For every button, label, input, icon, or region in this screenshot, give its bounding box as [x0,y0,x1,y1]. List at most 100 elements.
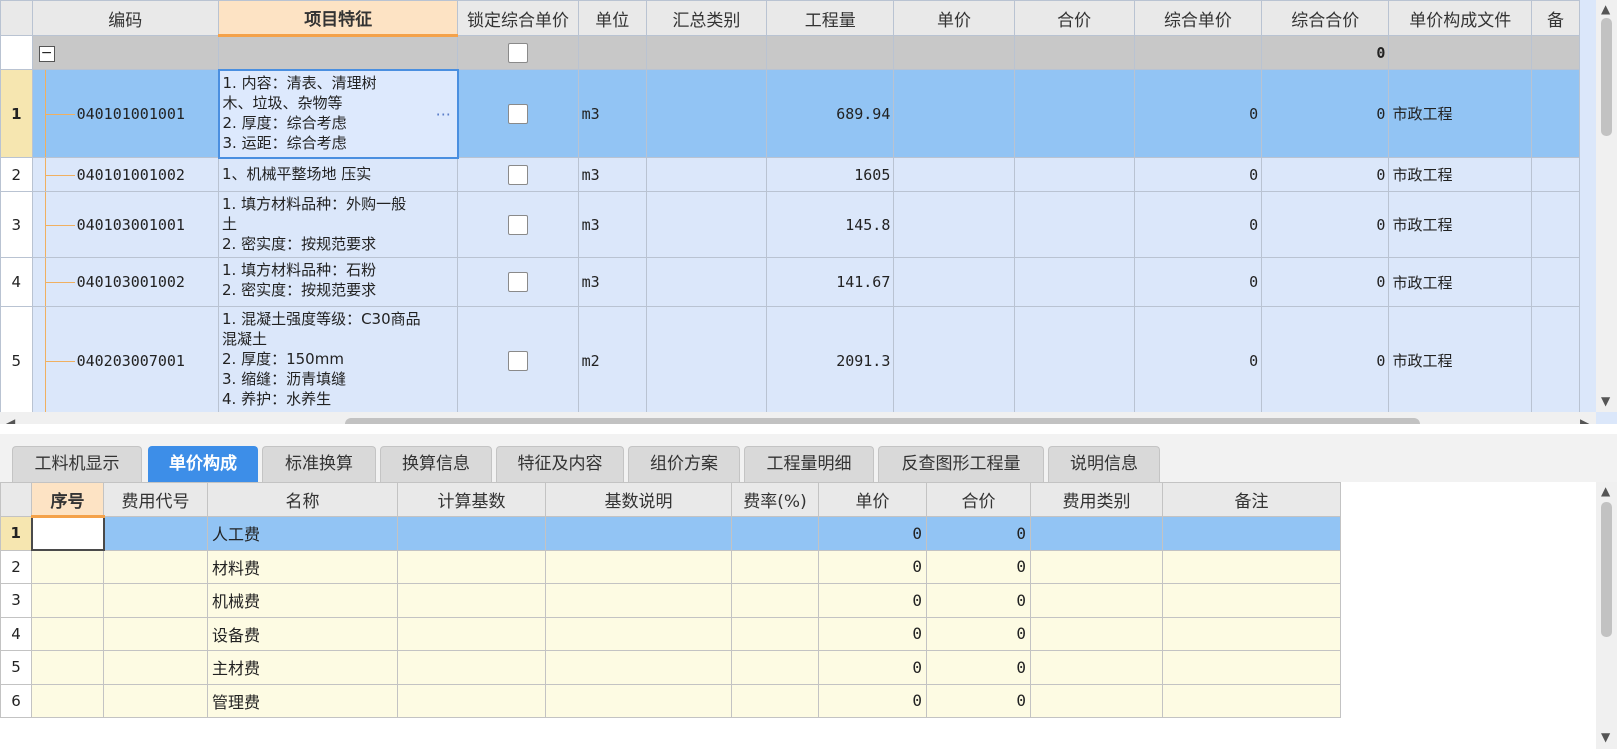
table-row[interactable]: 6 管理费 0 0 [0,683,1341,718]
row-number[interactable]: 4 [0,616,32,651]
tab-conversion-info[interactable]: 换算信息 [380,446,492,482]
upper-horizontal-scrollbar[interactable]: ◀ ▶ [0,412,1596,424]
total-cell[interactable]: 0 [926,583,1031,618]
quantity-cell[interactable]: 689.94 [766,69,895,158]
col-header-unit[interactable]: 单位 [577,0,647,36]
total-cell[interactable]: 0 [926,516,1031,551]
total-price-cell[interactable] [1013,257,1135,307]
item-code-cell[interactable]: 040203007001 [31,306,220,415]
base-desc-cell[interactable] [545,516,732,551]
seq-cell[interactable] [30,515,105,551]
name-cell[interactable]: 人工费 [207,516,398,551]
row-number[interactable]: 3 [0,191,33,258]
unit-price-cell[interactable] [893,69,1015,158]
col-header-summary-category[interactable]: 汇总类别 [645,0,768,36]
corner-cell[interactable] [0,482,32,517]
unit-cell[interactable]: m3 [577,191,647,258]
col-header-quantity[interactable]: 工程量 [766,0,895,36]
lock-cell[interactable] [457,157,579,192]
table-row[interactable]: 5 主材费 0 0 [0,650,1341,685]
fee-category-cell[interactable] [1030,683,1163,718]
lower-vertical-scrollbar[interactable]: ▲ ▼ [1596,482,1617,749]
rate-cell[interactable] [731,583,819,618]
lock-cell[interactable] [457,306,579,415]
remark-cell[interactable] [1162,616,1341,651]
composite-total-cell[interactable]: 0 [1261,157,1390,192]
group-code-cell[interactable]: − [31,35,220,70]
rate-cell[interactable] [731,683,819,718]
table-row[interactable]: 4 040103001002 1. 填方材料品种：石粉 2. 密实度：按规范要求… [0,257,1580,307]
lock-price-checkbox[interactable] [508,103,529,124]
table-row[interactable]: 1 人工费 0 0 [0,515,1341,551]
calc-base-cell[interactable] [397,583,546,618]
lock-cell[interactable] [457,69,579,158]
base-desc-cell[interactable] [545,616,732,651]
lock-cell[interactable] [457,257,579,307]
unit-price-cell[interactable] [893,191,1015,258]
row-number[interactable]: 1 [0,69,33,158]
price-composition-grid[interactable]: 序号 费用代号 名称 计算基数 基数说明 费率(%) 单价 合价 费用类别 备注… [0,482,1617,749]
collapse-icon[interactable]: − [38,46,55,62]
scroll-up-arrow-icon[interactable]: ▲ [1601,484,1610,498]
upper-vertical-scroll-thumb[interactable] [1601,18,1612,136]
scroll-left-arrow-icon[interactable]: ◀ [6,416,15,424]
table-row[interactable]: 5 040203007001 1. 混凝土强度等级：C30商品 混凝土 2. 厚… [0,306,1580,415]
unit-cell[interactable]: m3 [577,157,647,192]
summary-category-cell[interactable] [645,306,768,415]
row-number[interactable]: 5 [0,650,32,685]
unit-price-cell[interactable]: 0 [818,583,927,618]
total-price-cell[interactable] [1013,191,1135,258]
row-number[interactable]: 3 [0,583,32,618]
col-header-calc-base[interactable]: 计算基数 [397,482,546,517]
price-file-cell[interactable]: 市政工程 [1388,191,1533,258]
col-header-price-file[interactable]: 单价构成文件 [1388,0,1533,36]
fee-category-cell[interactable] [1030,583,1163,618]
rate-cell[interactable] [731,616,819,651]
composite-total-cell[interactable]: 0 [1261,306,1390,415]
rate-cell[interactable] [731,650,819,685]
col-header-unit-price[interactable]: 单价 [818,482,927,517]
tab-labor-material-machine[interactable]: 工料机显示 [12,446,142,482]
rate-cell[interactable] [731,516,819,551]
summary-category-cell[interactable] [645,69,768,158]
item-code-cell[interactable]: 040101001001 [31,69,220,158]
total-cell[interactable]: 0 [926,616,1031,651]
lock-price-checkbox[interactable] [507,164,528,185]
fee-code-cell[interactable] [103,683,208,718]
item-code-cell[interactable]: 040101001002 [31,157,220,192]
tab-unit-price-composition[interactable]: 单价构成 [148,446,258,482]
col-header-remark[interactable]: 备注 [1162,482,1341,517]
unit-price-cell[interactable]: 0 [818,516,927,551]
remark-cell[interactable] [1531,257,1580,307]
col-header-fee-category[interactable]: 费用类别 [1030,482,1163,517]
tab-reverse-graphic-quantity[interactable]: 反查图形工程量 [878,446,1044,482]
seq-cell[interactable] [31,616,104,651]
table-row[interactable]: 3 机械费 0 0 [0,583,1341,618]
name-cell[interactable]: 主材费 [207,650,398,685]
tab-quantity-details[interactable]: 工程量明细 [744,446,874,482]
fee-code-cell[interactable] [103,583,208,618]
item-feature-cell[interactable]: 1. 填方材料品种：石粉 2. 密实度：按规范要求 [217,257,459,307]
lock-price-checkbox[interactable] [507,42,528,63]
fee-code-cell[interactable] [103,650,208,685]
item-code-cell[interactable]: 040103001001 [31,191,220,258]
unit-price-cell[interactable] [893,306,1015,415]
col-header-base-desc[interactable]: 基数说明 [545,482,732,517]
name-cell[interactable]: 材料费 [207,549,398,584]
fee-code-cell[interactable] [103,616,208,651]
col-header-composite-total[interactable]: 综合合价 [1261,0,1390,36]
bill-items-grid[interactable]: 编码 项目特征 锁定综合单价 单位 汇总类别 工程量 单价 合价 综合单价 综合… [0,0,1617,424]
unit-cell[interactable]: m3 [577,69,647,158]
item-feature-cell[interactable]: 1、机械平整场地 压实 [217,157,459,192]
price-file-cell[interactable]: 市政工程 [1388,257,1533,307]
row-number[interactable]: 4 [0,257,33,307]
col-header-rate[interactable]: 费率(%) [731,482,819,517]
quantity-cell[interactable]: 2091.3 [766,306,895,415]
base-desc-cell[interactable] [545,549,732,584]
fee-code-cell[interactable] [103,516,208,551]
edit-ellipsis-button[interactable]: ··· [436,105,451,125]
unit-price-cell[interactable] [893,257,1015,307]
price-file-cell[interactable]: 市政工程 [1388,157,1533,192]
col-header-total-price[interactable]: 合价 [1013,0,1135,36]
lock-price-checkbox[interactable] [507,214,528,235]
